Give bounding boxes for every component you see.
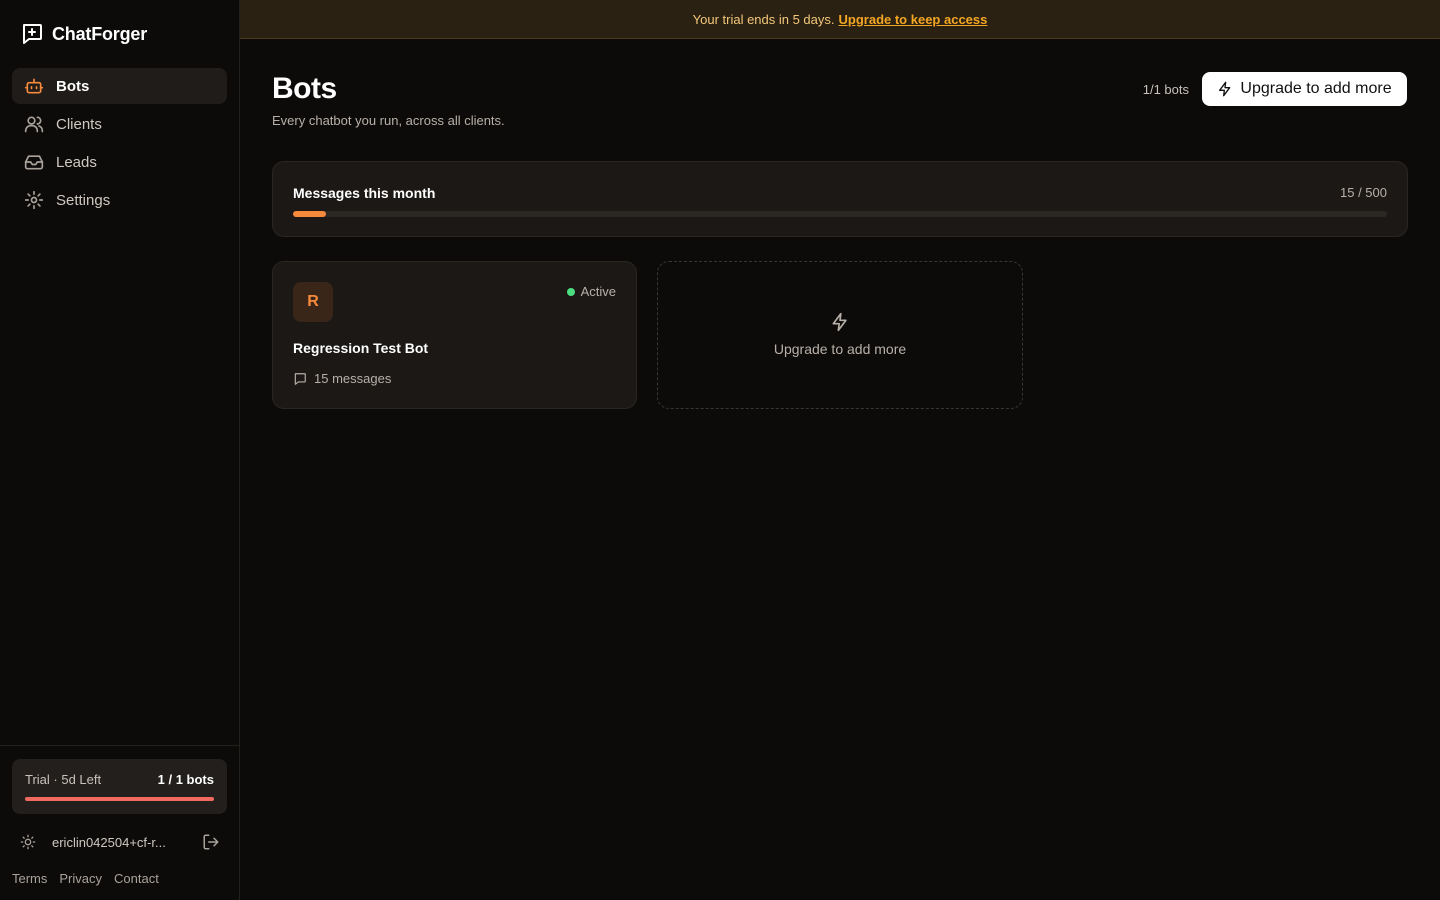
message-count-label: 15 messages [314,371,392,386]
user-email: ericlin042504+cf-r... [52,834,166,850]
bot-message-count: 15 messages [293,371,391,386]
status-badge: Active [566,284,616,299]
users-icon [24,114,44,134]
upgrade-card-label: Upgrade to add more [773,341,907,357]
upgrade-card[interactable]: Upgrade to add more [657,261,1023,409]
trial-card[interactable]: Trial · 5d Left 1 / 1 bots [12,759,227,814]
user-row: ericlin042504+cf-r... [20,832,220,852]
sun-icon[interactable] [20,834,36,850]
lightning-icon [830,312,850,332]
contact-link[interactable]: Contact [114,871,159,886]
bot-name: Regression Test Bot [293,340,429,356]
sidebar-item-label: Clients [56,115,102,133]
privacy-link[interactable]: Privacy [59,871,102,886]
trial-banner: Your trial ends in 5 days. Upgrade to ke… [240,0,1440,39]
brand-name: ChatForger [52,23,148,44]
message-icon [293,372,307,386]
bot-card[interactable]: R Active Regression Test Bot 15 messages [272,261,637,409]
sidebar-item-clients[interactable]: Clients [12,106,227,142]
chat-plus-icon [20,22,44,46]
trial-status: Trial · 5d Left [25,772,102,787]
bot-avatar: R [293,282,333,322]
terms-link[interactable]: Terms [12,871,47,886]
brand-logo[interactable]: ChatForger [20,22,147,46]
page-title: Bots [272,72,337,105]
bots-count: 1/1 bots [1142,82,1189,97]
sidebar-item-leads[interactable]: Leads [12,144,227,180]
page-subtitle: Every chatbot you run, across all client… [272,113,505,128]
banner-text: Your trial ends in 5 days. [692,11,835,27]
trial-progress-bar [25,797,214,801]
upgrade-link[interactable]: Upgrade to keep access [839,12,988,27]
inbox-icon [24,152,44,172]
usage-card: Messages this month 15 / 500 [272,161,1408,237]
status-dot [566,287,575,296]
footer-links: Terms Privacy Contact [12,871,159,886]
sidebar: ChatForger Bots Clients Leads Settings T… [0,0,240,900]
usage-label: Messages this month [293,185,436,201]
lightning-icon [1217,81,1233,97]
trial-bots-count: 1 / 1 bots [157,772,214,787]
sidebar-item-bots[interactable]: Bots [12,68,227,104]
sidebar-item-settings[interactable]: Settings [12,182,227,218]
sidebar-item-label: Settings [56,191,111,209]
usage-progress-track [293,211,1387,217]
gear-icon [24,190,44,210]
logout-icon[interactable] [202,833,220,851]
bot-icon [24,76,44,96]
upgrade-button[interactable]: Upgrade to add more [1202,72,1407,106]
sidebar-item-label: Bots [56,77,90,95]
sidebar-divider [0,745,239,746]
sidebar-item-label: Leads [56,153,97,171]
upgrade-button-label: Upgrade to add more [1240,80,1392,97]
usage-progress-fill [293,211,326,217]
usage-value: 15 / 500 [1340,185,1387,200]
status-label: Active [580,284,616,299]
sidebar-nav: Bots Clients Leads Settings [12,68,227,220]
